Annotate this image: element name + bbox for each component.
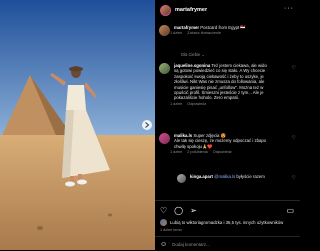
like-icon[interactable]: ♡ [160,206,167,215]
likes-text[interactable]: Lubią to wiktoriagromadzka i 36,5 tys. i… [170,220,295,225]
caption-time: 1 dzień [170,31,183,36]
caption-text: Postcard from Egypt 🇪🇬 [200,25,246,30]
post-header: martafrymer ··· [155,0,300,20]
comment-icon[interactable]: ◯ [174,206,183,215]
commenter-avatar[interactable] [159,133,170,144]
liker-avatar [160,219,167,226]
comment-text: pokazaliście hoholo. Zero empatii. [174,95,239,101]
reply-mention[interactable]: @malika.ls [214,174,235,179]
post-date: 1 dzień temu [160,228,182,232]
replier-avatar[interactable] [177,174,186,183]
comment-like-icon[interactable]: ♡ [292,65,296,71]
reply-username[interactable]: kinga.apart [190,174,213,179]
likes-summary[interactable]: Lubią to wiktoriagromadzka i 36,5 tys. i… [160,219,295,226]
see-translation-link[interactable]: Zobacz tłumaczenie [187,31,221,35]
emoji-icon[interactable]: ☺ [160,241,167,248]
reply-link[interactable]: Odpowiedz [187,102,206,106]
caption-username[interactable]: martafrymer [174,25,199,30]
reply-link[interactable]: Odpowiedz [213,150,232,154]
comment-username[interactable]: jaqueline.sgonina [174,63,210,68]
comment-item: malika.ls Super zdjęcia 😍 Ale tak się ci… [159,133,294,154]
reply-text: byłyście razem [236,174,265,179]
comment-time: 1 dzień [170,150,183,155]
comment-text: Też jestem ciekawa, ale wido [211,63,267,68]
save-icon[interactable]: ▭ [286,206,294,215]
post-photo-art [0,0,155,250]
author-username[interactable]: martafrymer [175,7,207,13]
comment-text: chwilę spokoju🙏❤️ [174,143,213,149]
comment-item: jaqueline.sgonina Też jestem ciekawa, al… [159,63,294,106]
add-comment-input[interactable]: Dodaj komentarz... [172,242,210,247]
caption-avatar[interactable] [159,25,170,36]
divider [155,200,300,201]
post-photo[interactable] [0,0,155,250]
instagram-post-modal: martafrymer ··· martafrymer Postcard fro… [0,0,300,250]
more-options-icon[interactable]: ··· [284,5,294,12]
next-arrow-icon [142,120,152,130]
caption-row: martafrymer Postcard from Egypt 🇪🇬 1 dzi… [159,25,294,36]
comment-username[interactable]: malika.ls [174,133,192,138]
comment-time: 1 dzień [170,101,183,106]
for-you-filter[interactable]: Dla Ciebie ⌄ [181,52,205,57]
add-comment-bar: ☺ Dodaj komentarz... [155,236,300,251]
share-icon[interactable]: ➢ [190,206,197,215]
comments-panel: martafrymer ··· martafrymer Postcard fro… [155,0,300,250]
reply-item: kinga.apart @malika.ls byłyście razem [177,174,295,183]
commenter-avatar[interactable] [159,63,170,74]
author-avatar[interactable] [160,4,171,16]
comment-likes[interactable]: 2 polubienia [187,150,207,154]
comment-like-icon[interactable]: ♡ [292,175,296,181]
comment-text: Super zdjęcia 😍 [193,133,226,138]
comment-like-icon[interactable]: ♡ [292,135,296,141]
action-bar: ♡ ◯ ➢ [160,206,204,215]
